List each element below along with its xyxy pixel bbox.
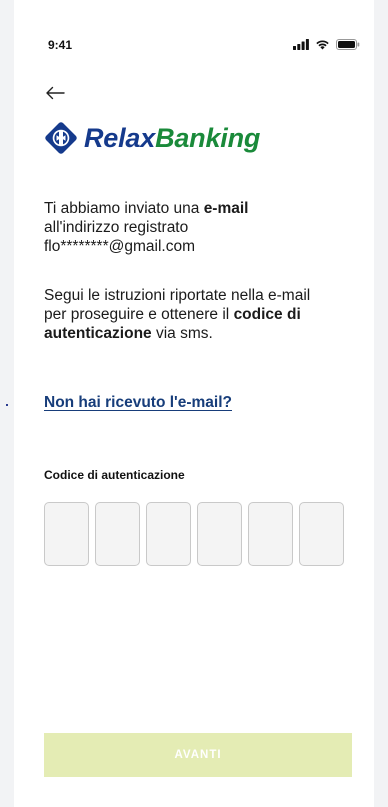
email-bold-text: e-mail xyxy=(203,200,249,217)
wifi-icon xyxy=(316,40,329,50)
resend-email-link[interactable]: Non hai ricevuto l'e-mail? xyxy=(44,394,232,412)
status-bar: 9:41 xyxy=(14,34,374,54)
status-icons xyxy=(293,39,360,50)
instructions-line-3: autenticazione via sms. xyxy=(44,324,354,343)
auth-code-digit-4[interactable] xyxy=(197,502,242,566)
arrow-left-icon[interactable] xyxy=(44,84,66,102)
relaxbanking-logo: RelaxBanking xyxy=(44,120,260,156)
auth-code-digit-1[interactable] xyxy=(44,502,89,566)
side-mark xyxy=(6,404,8,406)
instructions-line-1: Segui le istruzioni riportate nella e-ma… xyxy=(44,287,311,304)
auth-code-digit-2[interactable] xyxy=(95,502,140,566)
masked-email-address: flo********@gmail.com xyxy=(44,238,195,255)
auth-code-digit-3[interactable] xyxy=(146,502,191,566)
instructions-text: per proseguire e ottenere il xyxy=(44,306,234,323)
auth-code-label: Codice di autenticazione xyxy=(44,468,185,482)
signal-icon xyxy=(293,39,309,50)
logo-text: RelaxBanking xyxy=(84,123,260,154)
status-time: 9:41 xyxy=(48,38,73,52)
logo-mark-icon xyxy=(45,122,77,154)
auth-code-inputs xyxy=(44,502,344,566)
instructions-message: Segui le istruzioni riportate nella e-ma… xyxy=(44,286,354,343)
instructions-bold-text-2: autenticazione xyxy=(44,325,152,342)
email-sent-message: Ti abbiamo inviato una e-mail all'indiri… xyxy=(44,199,354,256)
email-sent-text: Ti abbiamo inviato una xyxy=(44,200,204,217)
instructions-text-2: via sms. xyxy=(151,325,213,342)
battery-icon xyxy=(336,39,360,50)
avanti-button[interactable]: AVANTI xyxy=(44,733,352,777)
logo-text-relax: Relax xyxy=(84,122,156,153)
logo-text-banking: Banking xyxy=(155,122,261,153)
email-sent-line-1: Ti abbiamo inviato una e-mail xyxy=(44,199,354,218)
instructions-line-2: per proseguire e ottenere il codice di xyxy=(44,305,354,324)
phone-screen: 9:41 RelaxBanking Ti abbiamo inviato una… xyxy=(14,0,374,807)
auth-code-digit-6[interactable] xyxy=(299,502,344,566)
auth-code-digit-5[interactable] xyxy=(248,502,293,566)
email-sent-line-2: all'indirizzo registrato xyxy=(44,219,189,236)
instructions-bold-text: codice di xyxy=(233,306,301,323)
